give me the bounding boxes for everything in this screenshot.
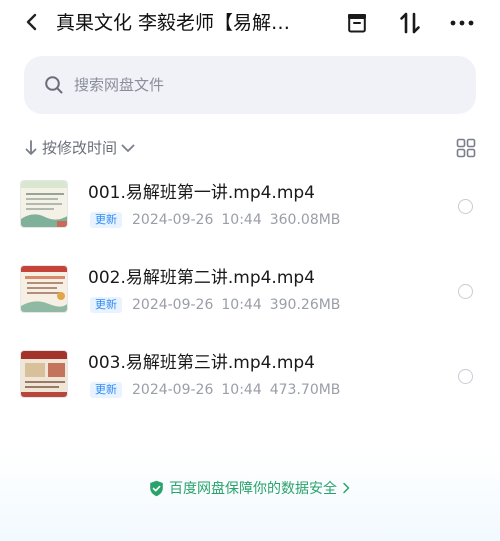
chevron-right-icon [343,482,350,494]
video-thumbnail-image [21,266,67,312]
sort-arrows-icon [400,12,420,34]
file-size: 390.26MB [269,297,341,313]
back-button[interactable] [18,8,46,36]
file-meta: 更新 2024-09-26 10:44 360.08MB [90,210,348,230]
file-meta: 更新 2024-09-26 10:44 473.70MB [90,380,348,400]
chevron-left-icon [26,13,37,31]
file-name: 001.易解班第一讲.mp4.mp4 [88,183,315,203]
file-date: 2024-09-26 [132,297,214,313]
file-name: 003.易解班第三讲.mp4.mp4 [88,353,315,373]
file-size: 473.70MB [269,382,341,398]
arrow-down-icon[interactable] [24,138,38,158]
security-notice[interactable]: 百度网盘保障你的数据安全 [0,476,500,500]
more-button[interactable] [447,8,477,38]
video-thumbnail [20,180,68,228]
chevron-down-icon[interactable] [120,140,136,156]
video-thumbnail-image [21,181,67,227]
file-meta: 更新 2024-09-26 10:44 390.26MB [90,295,348,315]
file-time: 10:44 [221,382,262,398]
update-badge: 更新 [90,212,122,228]
file-row[interactable]: 003.易解班第三讲.mp4.mp4 更新 2024-09-26 10:44 4… [0,342,500,422]
file-time: 10:44 [221,297,262,313]
video-thumbnail [20,350,68,398]
archive-icon [348,14,366,33]
shield-check-icon [150,480,163,496]
file-date: 2024-09-26 [132,382,214,398]
file-row[interactable]: 001.易解班第一讲.mp4.mp4 更新 2024-09-26 10:44 3… [0,172,500,252]
select-radio[interactable] [458,284,473,299]
select-radio[interactable] [458,369,473,384]
search-bar[interactable]: 搜索网盘文件 [24,56,476,114]
security-notice-text: 百度网盘保障你的数据安全 [169,481,337,497]
page-title: 真果文化 李毅老师【易解… [56,12,291,34]
file-time: 10:44 [221,212,262,228]
grid-view-icon[interactable] [456,138,476,158]
video-thumbnail [20,265,68,313]
top-bar: 真果文化 李毅老师【易解… [0,0,500,46]
more-icon [450,20,474,26]
sort-label[interactable]: 按修改时间 [42,137,117,159]
file-date: 2024-09-26 [132,212,214,228]
search-icon [45,76,63,94]
update-badge: 更新 [90,297,122,313]
update-badge: 更新 [90,382,122,398]
file-name: 002.易解班第二讲.mp4.mp4 [88,268,315,288]
sort-button[interactable] [395,8,425,38]
video-thumbnail-image [21,351,67,397]
file-row[interactable]: 002.易解班第二讲.mp4.mp4 更新 2024-09-26 10:44 3… [0,257,500,337]
search-placeholder: 搜索网盘文件 [74,76,165,94]
file-size: 360.08MB [269,212,341,228]
select-radio[interactable] [458,199,473,214]
sort-bar: 按修改时间 [0,134,500,162]
archive-button[interactable] [342,8,372,38]
